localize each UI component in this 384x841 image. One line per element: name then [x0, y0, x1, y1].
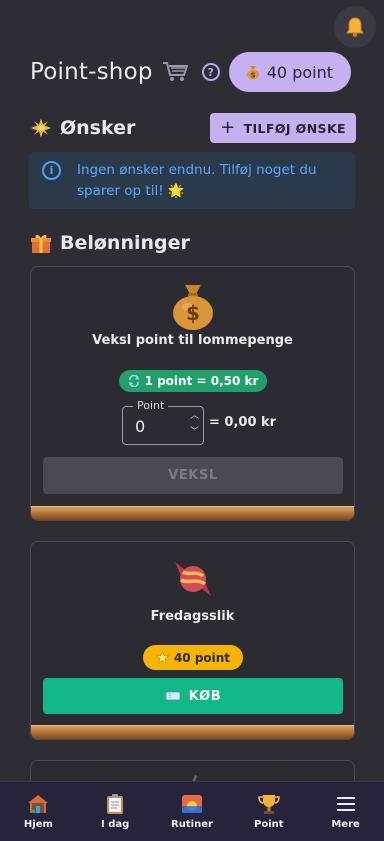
point-shop-page: Point-shop ? $ 40 point Ønsker + TILFØJ …: [0, 0, 384, 841]
nav-item-points[interactable]: Point: [230, 782, 307, 841]
nav-item-more[interactable]: Mere: [307, 782, 384, 841]
svg-text:$: $: [186, 301, 200, 325]
chevron-down-icon[interactable]: ﹀: [190, 426, 199, 438]
gift-icon: [31, 234, 51, 253]
exchange-arrows-icon: [128, 375, 139, 387]
info-icon: i: [42, 161, 61, 180]
bell-icon: [346, 17, 364, 37]
buy-button[interactable]: KØB: [43, 678, 343, 714]
exchange-card: $ Veksl point til lommepenge 1 point = 0…: [30, 266, 355, 521]
buy-label: KØB: [188, 688, 222, 704]
exchange-rate-badge: 1 point = 0,50 kr: [119, 370, 267, 392]
svg-text:$: $: [250, 71, 256, 80]
wishes-section-header: Ønsker + TILFØJ ØNSKE: [30, 112, 356, 144]
help-icon[interactable]: ?: [201, 63, 220, 81]
wishes-empty-text: Ingen ønsker endnu. Tilføj noget du spar…: [77, 162, 317, 199]
candy-icon: [167, 554, 219, 608]
clipboard-icon: [106, 793, 124, 815]
points-balance-label: 40 point: [266, 62, 333, 82]
points-input-label: Point: [133, 399, 169, 412]
nav-item-today[interactable]: I dag: [77, 782, 154, 841]
exchange-button[interactable]: VEKSL: [43, 457, 343, 494]
nav-item-routines[interactable]: Rutiner: [154, 782, 231, 841]
plus-icon: +: [220, 117, 236, 138]
trophy-icon: [257, 793, 280, 815]
exchange-rate-label: 1 point = 0,50 kr: [144, 374, 259, 388]
reward-card: Fredagsslik 40 point KØB: [30, 541, 355, 740]
points-balance-badge[interactable]: $ 40 point: [228, 52, 351, 92]
wishes-heading: Ønsker: [60, 117, 136, 139]
nav-label-points: Point: [254, 819, 284, 830]
nav-label-routines: Rutiner: [171, 819, 213, 830]
notifications-button[interactable]: [334, 6, 376, 48]
points-input-field[interactable]: Point 0 ︿ ﹀: [122, 399, 204, 445]
nav-label-more: Mere: [331, 819, 360, 830]
ticket-icon: [165, 691, 181, 701]
exchange-result: = 0,00 kr: [209, 415, 277, 430]
exchange-title: Veksl point til lommepenge: [92, 333, 293, 348]
shopping-cart-icon: [162, 61, 188, 83]
money-bag-icon: $: [171, 281, 215, 335]
nav-item-home[interactable]: Hjem: [0, 782, 77, 841]
rewards-heading: Belønninger: [60, 232, 190, 254]
sparkle-star-icon: [31, 118, 51, 138]
money-bag-icon: $: [246, 66, 259, 80]
sunrise-icon: [181, 793, 203, 815]
nav-label-today: I dag: [101, 819, 130, 830]
menu-icon: [336, 793, 356, 815]
wooden-shelf: [31, 506, 354, 520]
chevron-up-icon[interactable]: ︿: [190, 410, 199, 422]
star-icon: [155, 651, 169, 664]
page-title: Point-shop: [30, 59, 153, 85]
bottom-navigation: Hjem I dag Rutiner Point Mere: [0, 781, 384, 841]
reward-price-label: 40 point: [173, 650, 231, 665]
add-wish-label: TILFØJ ØNSKE: [243, 120, 346, 136]
reward-title: Fredagsslik: [150, 609, 235, 624]
page-header: Point-shop ? $ 40 point: [30, 52, 351, 92]
nav-label-home: Hjem: [23, 819, 53, 830]
points-input-value: 0: [135, 417, 146, 436]
house-icon: [27, 793, 49, 815]
reward-price-badge: 40 point: [143, 645, 243, 670]
add-wish-button[interactable]: + TILFØJ ØNSKE: [210, 113, 356, 143]
rewards-section-header: Belønninger: [30, 228, 356, 258]
points-stepper[interactable]: ︿ ﹀: [190, 410, 199, 438]
wooden-shelf: [31, 725, 354, 739]
wishes-empty-alert: i Ingen ønsker endnu. Tilføj noget du sp…: [29, 152, 355, 209]
